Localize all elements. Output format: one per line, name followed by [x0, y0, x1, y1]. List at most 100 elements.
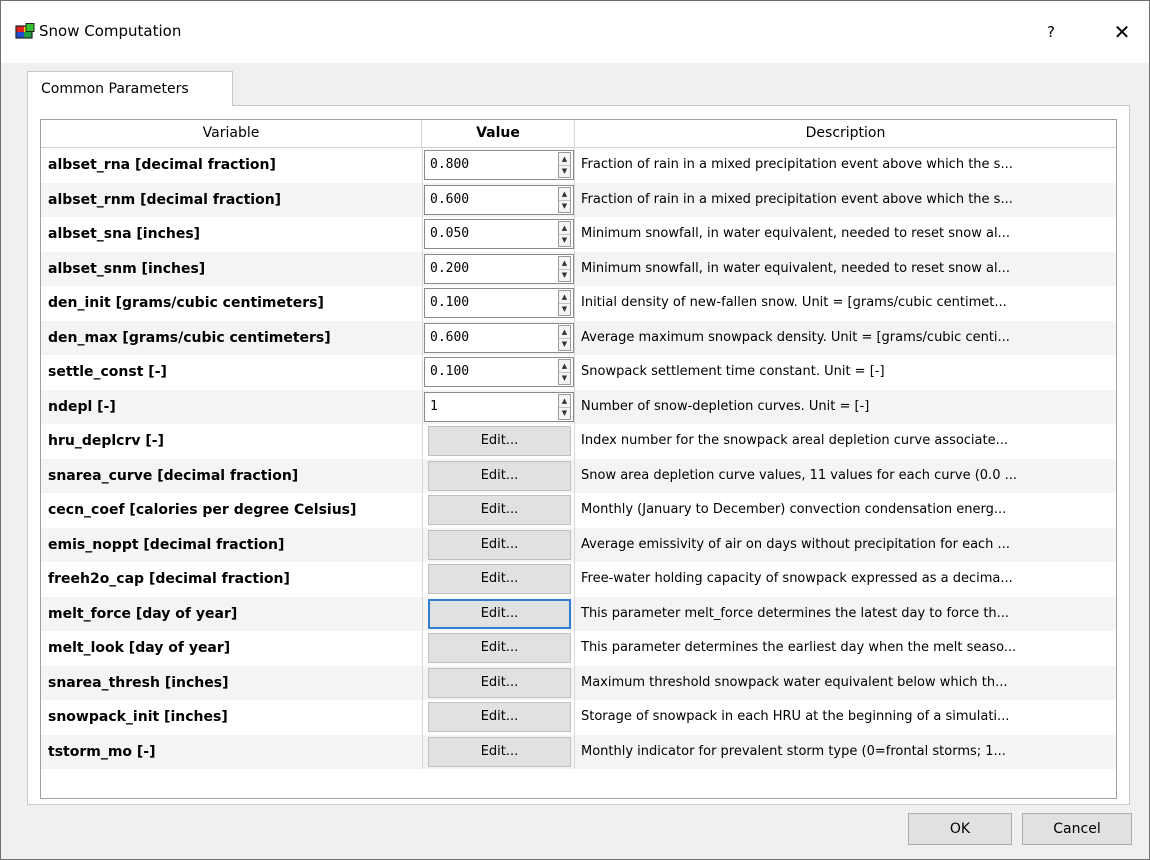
spinbox-value[interactable]: 0.100	[430, 358, 469, 386]
value-spinbox[interactable]: 0.050 ▲ ▼	[424, 219, 574, 249]
edit-button[interactable]: Edit...	[428, 736, 571, 767]
table-row: snarea_curve [decimal fraction] Edit... Sn…	[41, 458, 1116, 493]
variable-name: ndepl [-]	[48, 398, 116, 415]
variable-name: melt_force [day of year]	[48, 605, 238, 622]
edit-button[interactable]: Edit...	[428, 702, 571, 732]
column-header-variable[interactable]: Variable	[41, 120, 422, 147]
value-spinbox[interactable]: 0.600 ▲ ▼	[424, 322, 574, 353]
spinbox-arrows: ▲ ▼	[558, 324, 571, 351]
spinbox-value[interactable]: 0.600	[430, 186, 469, 214]
table-row: snowpack_init [inches] Edit... Storage of …	[41, 700, 1116, 735]
variable-name: settle_const [-]	[48, 364, 167, 380]
app-icon	[15, 23, 35, 39]
edit-button[interactable]: Edit...	[428, 667, 571, 698]
variable-name: snarea_thresh [inches]	[48, 674, 229, 691]
spinbox-value[interactable]: 0.600	[430, 324, 469, 352]
variable-name: snarea_curve [decimal fraction]	[48, 467, 299, 484]
description-text: Monthly (January to December) convection…	[581, 502, 1007, 517]
edit-button[interactable]: Edit...	[428, 633, 571, 663]
spin-down-icon[interactable]: ▼	[559, 165, 570, 177]
edit-button[interactable]: Edit...	[428, 529, 571, 560]
value-spinbox[interactable]: 0.100 ▲ ▼	[424, 288, 574, 318]
value-cell: 0.600 ▲ ▼	[422, 182, 575, 217]
edit-button[interactable]: Edit...	[428, 460, 571, 491]
spinbox-value[interactable]: 0.200	[430, 255, 469, 283]
window-title: Snow Computation	[39, 22, 182, 40]
edit-button[interactable]: Edit...	[428, 598, 571, 629]
spin-down-icon[interactable]: ▼	[559, 372, 570, 384]
description-text: Storage of snowpack in each HRU at the b…	[581, 709, 1010, 724]
value-spinbox[interactable]: 1 ▲ ▼	[424, 391, 574, 422]
table-row: snarea_thresh [inches] Edit... Maximum thr…	[41, 665, 1116, 700]
table-row: tstorm_mo [-] Edit... Monthly indicator fo…	[41, 734, 1116, 769]
description-text: Number of snow-depletion curves. Unit = …	[581, 398, 870, 414]
table-row: freeh2o_cap [decimal fraction] Edit... Fre…	[41, 562, 1116, 597]
table-row: den_max [grams/cubic centimeters] 0.600 ▲ ▼…	[41, 320, 1116, 355]
title-bar: Snow Computation ? ✕	[1, 1, 1149, 63]
table-header: Variable Value Description	[41, 120, 1116, 148]
column-header-description[interactable]: Description	[575, 120, 1116, 147]
value-cell: 0.050 ▲ ▼	[422, 217, 575, 252]
description-text: Monthly indicator for prevalent storm ty…	[581, 743, 1006, 759]
table-row: cecn_coef [calories per degree Celsius] E…	[41, 493, 1116, 528]
spinbox-value[interactable]: 0.100	[430, 289, 469, 317]
value-cell: Edit...	[422, 596, 575, 631]
value-cell: Edit...	[422, 527, 575, 562]
value-cell: Edit...	[422, 631, 575, 666]
help-button[interactable]: ?	[1036, 19, 1066, 45]
spinbox-arrows: ▲ ▼	[558, 255, 571, 282]
column-header-value[interactable]: Value	[422, 120, 575, 147]
spin-down-icon[interactable]: ▼	[559, 338, 570, 350]
value-cell: 0.200 ▲ ▼	[422, 251, 575, 286]
description-text: Minimum snowfall, in water equivalent, n…	[581, 226, 1010, 241]
table-row: albset_rnm [decimal fraction] 0.600 ▲ ▼ Frac…	[41, 182, 1116, 217]
value-spinbox[interactable]: 0.200 ▲ ▼	[424, 253, 574, 284]
description-text: This parameter melt_force determines the…	[581, 605, 1010, 621]
description-text: Minimum snowfall, in water equivalent, n…	[581, 260, 1010, 276]
variable-name: albset_sna [inches]	[48, 226, 201, 242]
close-button[interactable]: ✕	[1106, 19, 1138, 45]
variable-name: emis_noppt [decimal fraction]	[48, 536, 285, 553]
value-cell: 0.600 ▲ ▼	[422, 320, 575, 355]
ok-button[interactable]: OK	[908, 813, 1012, 845]
spin-down-icon[interactable]: ▼	[559, 303, 570, 315]
value-spinbox[interactable]: 0.600 ▲ ▼	[424, 184, 574, 215]
value-cell: Edit...	[422, 458, 575, 493]
parameters-table: Variable Value Description albset_rna [d…	[40, 119, 1117, 799]
table-body: albset_rna [decimal fraction] 0.800 ▲ ▼ Frac…	[41, 148, 1116, 769]
spinbox-value[interactable]: 1	[430, 393, 438, 421]
variable-name: albset_rnm [decimal fraction]	[48, 191, 282, 208]
tab-common-parameters[interactable]: Common Parameters	[27, 71, 233, 106]
edit-button[interactable]: Edit...	[428, 426, 571, 456]
value-cell: Edit...	[422, 665, 575, 700]
description-text: Maximum threshold snowpack water equival…	[581, 674, 1008, 690]
spin-down-icon[interactable]: ▼	[559, 234, 570, 246]
value-spinbox[interactable]: 0.800 ▲ ▼	[424, 150, 574, 180]
value-cell: Edit...	[422, 424, 575, 459]
variable-name: melt_look [day of year]	[48, 640, 231, 656]
value-cell: Edit...	[422, 493, 575, 528]
variable-name: freeh2o_cap [decimal fraction]	[48, 571, 290, 587]
cancel-button[interactable]: Cancel	[1022, 813, 1132, 845]
spin-down-icon[interactable]: ▼	[559, 269, 570, 281]
spin-down-icon[interactable]: ▼	[559, 407, 570, 419]
description-text: Free-water holding capacity of snowpack …	[581, 571, 1013, 586]
table-row: settle_const [-] 0.100 ▲ ▼ Snowpack settleme…	[41, 355, 1116, 390]
variable-name: cecn_coef [calories per degree Celsius]	[48, 502, 357, 518]
spinbox-arrows: ▲ ▼	[558, 393, 571, 420]
spinbox-value[interactable]: 0.800	[430, 151, 469, 179]
description-text: Average emissivity of air on days withou…	[581, 536, 1010, 552]
description-text: Snow area depletion curve values, 11 val…	[581, 467, 1017, 483]
variable-name: den_init [grams/cubic centimeters]	[48, 295, 324, 311]
value-spinbox[interactable]: 0.100 ▲ ▼	[424, 357, 574, 387]
variable-name: tstorm_mo [-]	[48, 743, 156, 760]
spinbox-arrows: ▲ ▼	[558, 359, 571, 385]
edit-button[interactable]: Edit...	[428, 495, 571, 525]
variable-name: albset_snm [inches]	[48, 260, 206, 277]
description-text: This parameter determines the earliest d…	[581, 640, 1017, 655]
table-row: albset_snm [inches] 0.200 ▲ ▼ Minimum snowfa…	[41, 251, 1116, 286]
spin-down-icon[interactable]: ▼	[559, 200, 570, 212]
edit-button[interactable]: Edit...	[428, 564, 571, 594]
spinbox-value[interactable]: 0.050	[430, 220, 469, 248]
table-row: hru_deplcrv [-] Edit... Index number for t…	[41, 424, 1116, 459]
